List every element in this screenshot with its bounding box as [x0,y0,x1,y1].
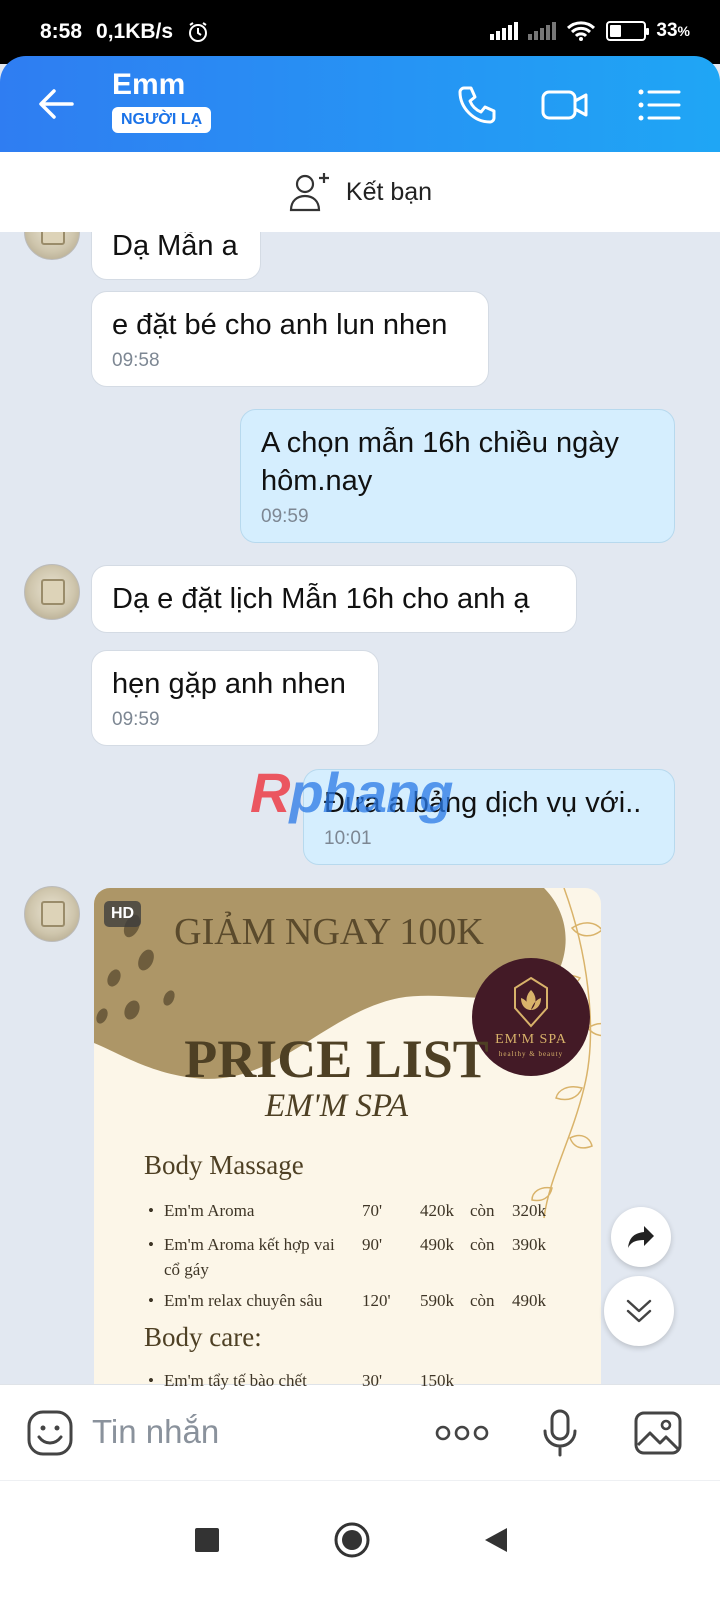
item-duration: 120' [362,1291,391,1310]
item-name: Em'm Aroma kết hợp vai cổ gáy [164,1235,335,1279]
section-title: Body care: [144,1322,262,1352]
item-old-price: 490k [420,1235,454,1254]
status-bar: 8:58 0,1KB/s 33% [0,0,720,64]
message-time: 09:58 [112,350,160,371]
message-time: 10:01 [324,828,372,849]
message-bubble[interactable]: Dạ e đặt lịch Mẫn 16h cho anh ạ [91,565,577,633]
status-time: 8:58 [40,20,83,43]
item-old-price: 420k [420,1201,454,1220]
section-title: Body Massage [144,1150,304,1180]
share-button[interactable] [611,1207,671,1267]
message-text: Dạ Mẫn a [112,232,238,262]
item-connector: còn [470,1201,495,1220]
back-button[interactable] [471,1515,521,1565]
image-gallery-icon[interactable] [632,1407,684,1459]
battery-percent: 33% [656,20,690,41]
network-speed: 0,1KB/s [96,20,174,43]
wifi-icon [567,21,596,41]
message-text: A chọn mẫn 16h chiều ngày hôm.nay [261,427,619,497]
item-name: Em'm tẩy tế bào chết [164,1371,307,1390]
alarm-icon [189,22,208,42]
price-list-subheading: EM'M SPA [264,1088,408,1124]
triangle-back-icon [485,1528,507,1552]
item-duration: 90' [362,1235,383,1254]
item-old-price: 590k [420,1291,454,1310]
emoji-icon[interactable] [24,1407,76,1459]
contact-name[interactable]: Emm [112,68,185,102]
double-chevron-down-icon [626,1299,652,1323]
watermark-logo: Rphang [250,761,453,824]
item-connector: còn [470,1235,495,1254]
message-text: Dạ e đặt lịch Mẫn 16h cho anh ạ [112,583,530,615]
microphone-icon[interactable] [534,1407,586,1459]
avatar[interactable] [24,232,80,260]
item-name: Em'm relax chuyên sâu [164,1291,323,1310]
hd-badge: HD [104,901,142,927]
add-friend-bar[interactable]: Kết bạn [0,152,720,232]
add-friend-label: Kết bạn [345,177,433,206]
item-name: Em'm Aroma [164,1201,255,1220]
message-composer [0,1384,720,1480]
scroll-down-button[interactable] [604,1276,674,1346]
status-left: 8:58 0,1KB/s [40,20,209,44]
status-right: 33% [490,20,690,42]
signal-icon [490,22,519,40]
circle-icon [334,1522,370,1558]
item-connector: còn [470,1291,495,1310]
message-time: 09:59 [261,506,309,527]
item-new-price: 390k [512,1235,546,1254]
avatar[interactable] [24,886,80,942]
square-icon [195,1528,219,1552]
item-duration: 70' [362,1201,383,1220]
image-message-price-list[interactable]: HD GIẢM NGAY 100K EM'M SPA healthy & bea… [94,888,601,1408]
avatar[interactable] [24,564,80,620]
message-text: hẹn gặp anh nhen [112,668,346,700]
recents-button[interactable] [182,1515,232,1565]
message-bubble[interactable]: Dạ Mẫn a [91,232,261,280]
message-bubble[interactable]: e đặt bé cho anh lun nhen 09:58 [91,291,489,387]
message-text: e đặt bé cho anh lun nhen [112,309,448,341]
share-forward-icon [628,1226,654,1248]
spa-lotus-icon [514,976,548,1028]
system-navigation-bar [0,1480,720,1600]
stranger-badge: NGƯỜI LẠ [112,107,212,133]
more-dots-icon[interactable] [434,1407,490,1459]
price-list-heading: PRICE LIST [184,1029,489,1089]
item-new-price: 320k [512,1201,546,1220]
item-new-price: 490k [512,1291,546,1310]
item-duration: 30' [362,1371,383,1390]
user-plus-icon [289,173,329,212]
home-button[interactable] [327,1515,377,1565]
chat-messages[interactable]: Dạ Mẫn a e đặt bé cho anh lun nhen 09:58… [0,232,720,1408]
message-bubble[interactable]: hẹn gặp anh nhen 09:59 [91,650,379,746]
back-arrow-icon[interactable] [34,82,78,126]
chat-header: Emm NGƯỜI LẠ [0,56,720,152]
list-menu-icon[interactable] [634,80,684,130]
phone-icon[interactable] [452,80,502,130]
signal-no-service-icon [528,22,557,40]
message-input[interactable] [92,1407,412,1457]
video-camera-icon[interactable] [540,80,590,130]
message-time: 09:59 [112,709,160,730]
battery-icon [606,21,650,41]
item-old-price: 150k [420,1371,454,1390]
message-bubble[interactable]: A chọn mẫn 16h chiều ngày hôm.nay 09:59 [240,409,675,543]
promo-text: GIẢM NGAY 100K [174,911,484,953]
